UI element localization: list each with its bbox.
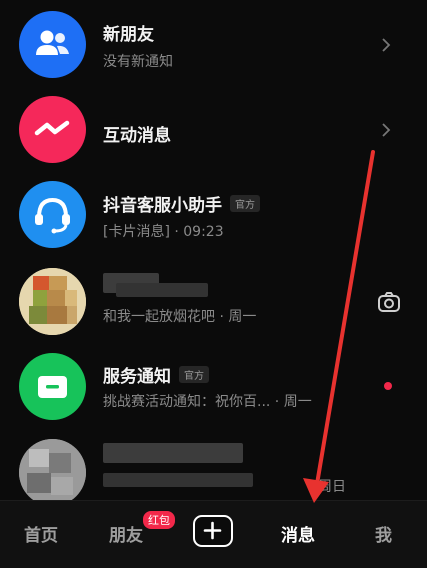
item-subtitle: 挑战赛活动通知：祝你百... · 周一 [103, 394, 312, 410]
blurred-preview [103, 473, 253, 487]
item-title-text: 抖音客服小助手 [103, 196, 222, 216]
item-title: 互动消息 [103, 126, 171, 146]
item-subtitle: 和我一起放烟花吧 · 周一 [103, 309, 257, 325]
interactions-avatar [19, 96, 86, 163]
item-title: 新朋友 [103, 25, 154, 45]
blurred-username [103, 443, 243, 463]
blurred-avatar-image [19, 268, 86, 335]
friend-avatar [19, 268, 86, 335]
item-title-text: 服务通知 [103, 367, 171, 387]
create-button[interactable] [193, 515, 233, 547]
list-item-interactions[interactable]: 互动消息 [0, 85, 427, 175]
headset-icon [35, 197, 70, 234]
item-time: 周日 [318, 479, 346, 495]
red-packet-badge: 红包 [143, 511, 175, 529]
plus-icon [203, 521, 222, 540]
bottom-nav: 首页 朋友 红包 消息 我 [0, 500, 427, 568]
lightning-icon [34, 120, 70, 136]
blurred-username [116, 283, 208, 297]
nav-home[interactable]: 首页 [24, 521, 58, 546]
item-title: 抖音客服小助手 官方 [103, 191, 260, 216]
nav-friends[interactable]: 朋友 [109, 521, 143, 546]
chevron-right-icon [382, 123, 391, 137]
service-notice-avatar [19, 353, 86, 420]
blurred-avatar-image [19, 439, 86, 500]
unread-dot [384, 382, 392, 390]
item-title: 服务通知 官方 [103, 362, 209, 387]
new-friends-avatar [19, 11, 86, 78]
official-tag: 官方 [230, 195, 260, 212]
inbox-icon [38, 376, 67, 398]
list-item-new-friends[interactable]: 新朋友 没有新通知 [0, 0, 427, 90]
list-item-service-notice[interactable]: 服务通知 官方 挑战赛活动通知：祝你百... · 周一 [0, 340, 427, 430]
item-subtitle: 没有新通知 [103, 54, 173, 70]
customer-service-avatar [19, 181, 86, 248]
list-item-customer-service[interactable]: 抖音客服小助手 官方 [卡片消息] · 09:23 [0, 170, 427, 260]
item-subtitle: [卡片消息] · 09:23 [103, 224, 224, 240]
nav-me[interactable]: 我 [375, 521, 392, 546]
camera-icon[interactable] [377, 291, 401, 313]
nav-messages[interactable]: 消息 [281, 521, 315, 546]
message-list: 新朋友 没有新通知 互动消息 抖音客服小助手 官方 [卡片消息] · 09:23… [0, 0, 427, 500]
list-item-partial[interactable]: 周日 [0, 425, 427, 500]
chevron-right-icon [382, 38, 391, 52]
official-tag: 官方 [179, 366, 209, 383]
people-icon [36, 30, 69, 55]
list-item-friend[interactable]: 和我一起放烟花吧 · 周一 [0, 255, 427, 345]
partial-avatar [19, 439, 86, 500]
